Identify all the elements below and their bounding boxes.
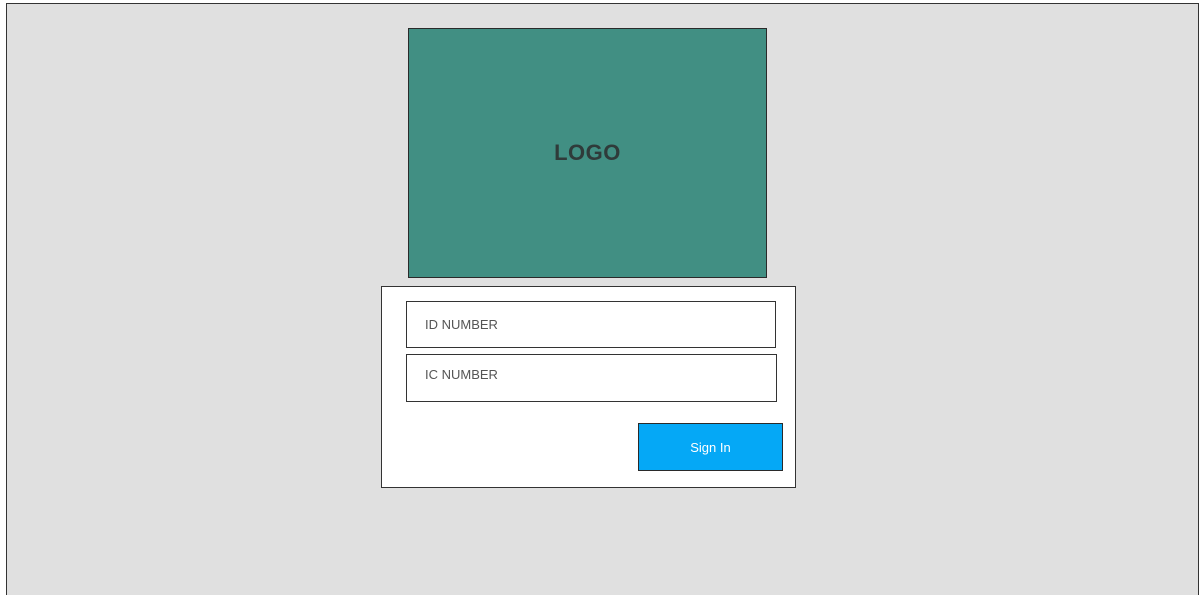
id-number-placeholder: ID NUMBER [425, 317, 498, 332]
login-panel: ID NUMBER IC NUMBER Sign In [381, 286, 796, 488]
ic-number-field[interactable]: IC NUMBER [406, 354, 777, 402]
logo-placeholder: LOGO [408, 28, 767, 278]
logo-text: LOGO [554, 140, 621, 165]
page-canvas: LOGO ID NUMBER IC NUMBER Sign In [6, 3, 1199, 595]
ic-number-placeholder: IC NUMBER [425, 367, 498, 382]
id-number-field[interactable]: ID NUMBER [406, 301, 776, 348]
sign-in-button[interactable]: Sign In [638, 423, 783, 471]
sign-in-button-label: Sign In [690, 439, 731, 455]
